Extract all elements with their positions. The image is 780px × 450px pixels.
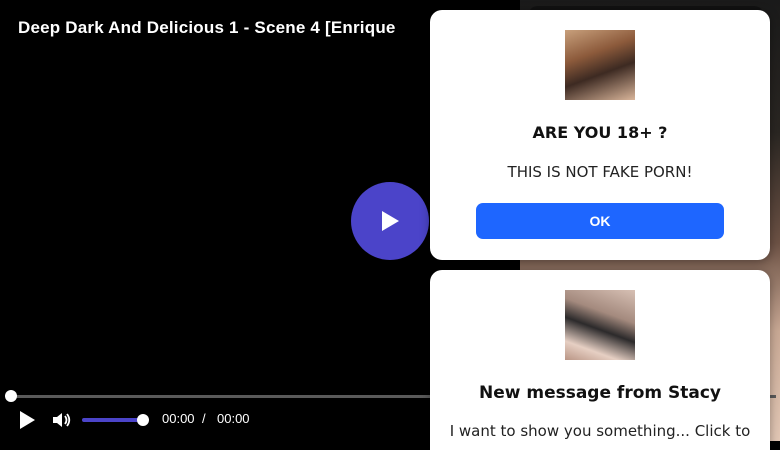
duration: 00:00 [217,411,250,426]
age-verification-popup: ARE YOU 18+ ? THIS IS NOT FAKE PORN! OK [430,10,770,260]
avatar [565,290,635,360]
popup-text: THIS IS NOT FAKE PORN! [507,163,693,181]
message-popup[interactable]: New message from Stacy I want to show yo… [430,270,770,450]
play-icon [20,411,35,429]
play-icon [382,211,399,231]
ok-button[interactable]: OK [476,203,724,239]
volume-button[interactable] [52,411,72,429]
volume-handle[interactable] [137,414,149,426]
progress-handle[interactable] [5,390,17,402]
time-separator: / [202,411,206,426]
current-time: 00:00 [162,411,195,426]
message-title: New message from Stacy [478,383,722,403]
message-text: I want to show you something... Click to [449,422,751,440]
volume-slider[interactable] [82,418,144,422]
volume-icon [53,413,71,427]
big-play-button[interactable] [351,182,429,260]
popup-title: ARE YOU 18+ ? [532,123,668,142]
avatar [565,30,635,100]
play-button[interactable] [17,410,37,430]
video-title: Deep Dark And Delicious 1 - Scene 4 [Enr… [18,18,396,37]
